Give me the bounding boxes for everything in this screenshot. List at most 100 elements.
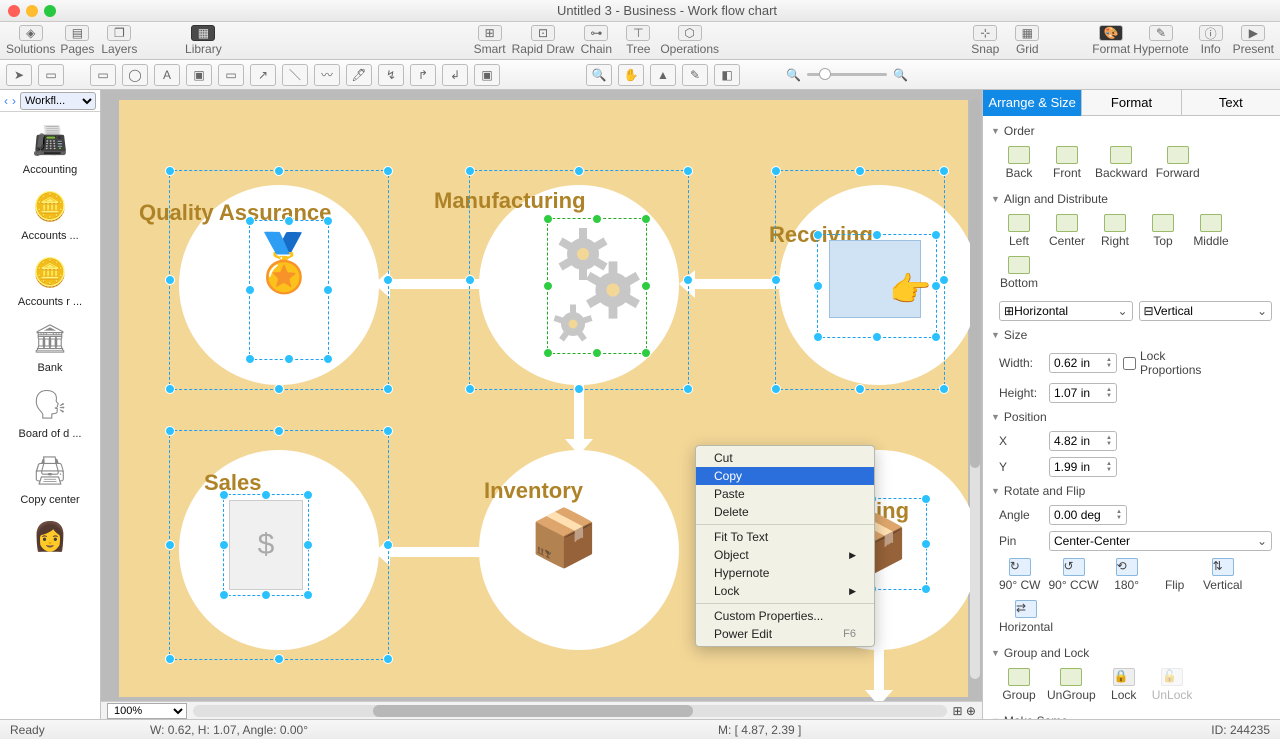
align-right[interactable]: Right (1095, 214, 1135, 248)
pages-button[interactable]: ▤Pages (57, 23, 97, 59)
pin-select[interactable]: Center-Center (1049, 531, 1272, 551)
vertical-scrollbar[interactable] (970, 98, 980, 679)
distribute-h[interactable]: ⊞ Horizontal (999, 301, 1133, 321)
ctx-hypernote[interactable]: Hypernote (696, 564, 874, 582)
nav-back-icon[interactable]: ‹ (4, 94, 8, 108)
x-field[interactable]: 4.82 in▲▼ (1049, 431, 1117, 451)
ctx-delete[interactable]: Delete (696, 503, 874, 521)
distribute-v[interactable]: ⊟ Vertical (1139, 301, 1273, 321)
section-align[interactable]: Align and Distribute (991, 188, 1272, 210)
hypernote-button[interactable]: ✎Hypernote (1133, 23, 1188, 59)
align-left[interactable]: Left (999, 214, 1039, 248)
flip-h[interactable]: ⇄Horizontal (999, 600, 1053, 634)
width-field[interactable]: 0.62 in▲▼ (1049, 353, 1117, 373)
section-position[interactable]: Position (991, 406, 1272, 428)
align-middle[interactable]: Middle (1191, 214, 1231, 248)
zoom-select[interactable]: 100% (107, 703, 187, 719)
lib-item-accounts[interactable]: 🪙Accounts ... (5, 182, 95, 242)
nav-fwd-icon[interactable]: › (12, 94, 16, 108)
selection-box[interactable] (223, 494, 309, 596)
rapid-draw-button[interactable]: ⊡Rapid Draw (512, 23, 575, 59)
lib-item-bank[interactable]: 🏛Bank (5, 314, 95, 374)
height-field[interactable]: 1.07 in▲▼ (1049, 383, 1117, 403)
selection-box[interactable] (249, 220, 329, 360)
connector1-tool[interactable]: ↯ (378, 64, 404, 86)
angle-field[interactable]: 0.00 deg▲▼ (1049, 505, 1127, 525)
ctx-lock[interactable]: Lock (696, 582, 874, 600)
ctx-fit[interactable]: Fit To Text (696, 528, 874, 546)
zoom-minus-icon[interactable]: 🔍 (786, 68, 801, 82)
align-top[interactable]: Top (1143, 214, 1183, 248)
order-forward[interactable]: Forward (1156, 146, 1200, 180)
pointer-tool[interactable]: ➤ (6, 64, 32, 86)
rotate-ccw[interactable]: ↺90° CCW (1048, 558, 1098, 592)
tab-format[interactable]: Format (1082, 90, 1181, 116)
spline-tool[interactable]: 〰 (314, 64, 340, 86)
snap-button[interactable]: ⊹Snap (965, 23, 1005, 59)
library-button[interactable]: ▦Library (183, 23, 223, 59)
eyedrop-tool[interactable]: ✎ (682, 64, 708, 86)
tree-button[interactable]: ⊤Tree (618, 23, 658, 59)
layers-button[interactable]: ❐Layers (99, 23, 139, 59)
window-close-icon[interactable] (8, 5, 20, 17)
ctx-cut[interactable]: Cut (696, 449, 874, 467)
zoom-slider[interactable]: 🔍 🔍 (786, 68, 908, 82)
section-size[interactable]: Size (991, 324, 1272, 346)
order-front[interactable]: Front (1047, 146, 1087, 180)
lib-item-copy[interactable]: 🖨Copy center (5, 446, 95, 506)
section-rotate[interactable]: Rotate and Flip (991, 480, 1272, 502)
align-bottom[interactable]: Bottom (999, 256, 1039, 290)
chain-button[interactable]: ⊶Chain (576, 23, 616, 59)
group-btn[interactable]: Group (999, 668, 1039, 702)
rect-shape-tool[interactable]: ▭ (90, 64, 116, 86)
pan-tool[interactable]: ✋ (618, 64, 644, 86)
lib-item-board[interactable]: 🗣Board of d ... (5, 380, 95, 440)
ellipse-shape-tool[interactable]: ◯ (122, 64, 148, 86)
highlighter-tool[interactable]: 🖊 (346, 64, 372, 86)
rotate-cw[interactable]: ↻90° CW (999, 558, 1040, 592)
order-back[interactable]: Back (999, 146, 1039, 180)
line-tool[interactable]: ＼ (282, 64, 308, 86)
align-center[interactable]: Center (1047, 214, 1087, 248)
present-button[interactable]: ▶Present (1233, 23, 1274, 59)
tab-text[interactable]: Text (1182, 90, 1280, 116)
ctx-paste[interactable]: Paste (696, 485, 874, 503)
container-tool[interactable]: ▣ (474, 64, 500, 86)
fill-tool[interactable]: ▲ (650, 64, 676, 86)
solutions-button[interactable]: ◈Solutions (6, 23, 55, 59)
arrow-tool[interactable]: ↗ (250, 64, 276, 86)
selection-box[interactable] (817, 234, 937, 338)
ctx-power-edit[interactable]: Power EditF6 (696, 625, 874, 643)
flip-v[interactable]: ⇅Vertical (1203, 558, 1243, 592)
marquee-tool[interactable]: ▭ (38, 64, 64, 86)
grid-button[interactable]: ▦Grid (1007, 23, 1047, 59)
ctx-object[interactable]: Object (696, 546, 874, 564)
library-select[interactable]: Workfl... (20, 92, 96, 110)
section-order[interactable]: Order (991, 120, 1272, 142)
tab-arrange[interactable]: Arrange & Size (983, 90, 1082, 116)
unlock-btn[interactable]: 🔓UnLock (1152, 668, 1193, 702)
connector3-tool[interactable]: ↲ (442, 64, 468, 86)
lib-item-person[interactable]: 👩 (5, 512, 95, 560)
lock-proportions[interactable]: Lock Proportions (1123, 349, 1167, 377)
annotate-tool[interactable]: ▭ (218, 64, 244, 86)
text-shape-tool[interactable]: A (154, 64, 180, 86)
active-selection[interactable] (547, 218, 647, 354)
format-button[interactable]: 🎨Format (1091, 23, 1131, 59)
ungroup-btn[interactable]: UnGroup (1047, 668, 1096, 702)
y-field[interactable]: 1.99 in▲▼ (1049, 457, 1117, 477)
section-group[interactable]: Group and Lock (991, 642, 1272, 664)
horizontal-scrollbar[interactable] (193, 705, 947, 717)
rotate-180[interactable]: ⟲180° (1107, 558, 1147, 592)
window-zoom-icon[interactable] (44, 5, 56, 17)
operations-button[interactable]: ⬡Operations (660, 23, 719, 59)
order-backward[interactable]: Backward (1095, 146, 1148, 180)
zoom-plus-icon[interactable]: 🔍 (893, 68, 908, 82)
lib-item-accounting[interactable]: 📠Accounting (5, 116, 95, 176)
info-button[interactable]: ⓘInfo (1191, 23, 1231, 59)
zoom-in-tool[interactable]: 🔍 (586, 64, 612, 86)
lock-btn[interactable]: 🔒Lock (1104, 668, 1144, 702)
erase-tool[interactable]: ◧ (714, 64, 740, 86)
stamp-tool[interactable]: ▣ (186, 64, 212, 86)
lib-item-accounts-r[interactable]: 🪙Accounts r ... (5, 248, 95, 308)
